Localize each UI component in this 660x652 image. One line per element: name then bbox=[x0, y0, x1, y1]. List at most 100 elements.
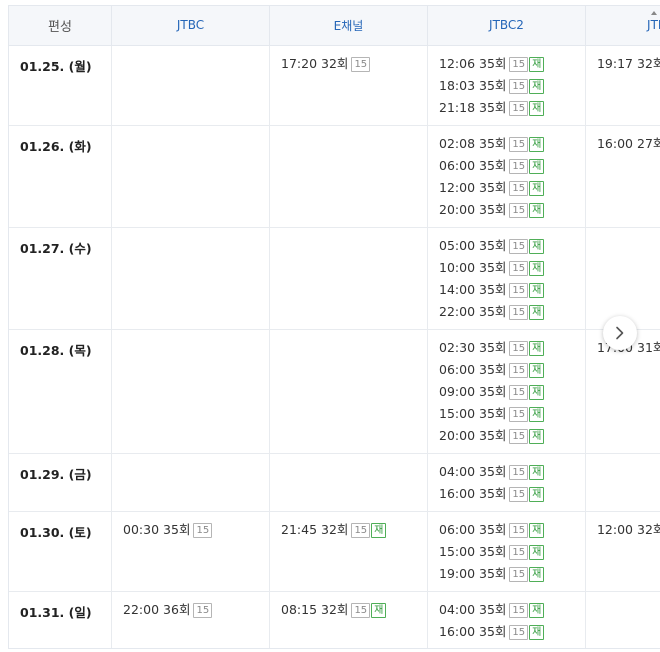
broadcast-entry[interactable]: 20:00 35회 15 재 bbox=[439, 202, 585, 224]
schedule-cell: 16:00 27회15 bbox=[585, 125, 660, 228]
broadcast-entry[interactable]: 19:17 32회15 bbox=[597, 56, 660, 78]
header-channel-jtbc[interactable]: JTBC bbox=[111, 6, 271, 46]
schedule-cell bbox=[111, 125, 271, 228]
broadcast-entry[interactable]: 15:00 35회 15 재 bbox=[439, 544, 585, 566]
entry-episode: 35회 bbox=[479, 601, 507, 617]
broadcast-entry[interactable]: 06:00 35회 15 재 bbox=[439, 362, 585, 384]
header-channel-jtbc2[interactable]: JTBC2 bbox=[427, 6, 586, 46]
rating-15-badge: 15 bbox=[193, 602, 213, 618]
rerun-badge: 재 bbox=[529, 100, 545, 116]
entry-episode: 35회 bbox=[479, 361, 507, 377]
broadcast-entry[interactable]: 08:15 32회 15 재 bbox=[281, 602, 427, 624]
broadcast-entry[interactable]: 16:00 27회15 bbox=[597, 136, 660, 158]
schedule-cell: 02:08 35회 15 재 06:00 35회 15 재 12:00 35회 15 재 20:0… bbox=[427, 125, 586, 228]
entry-episode: 35회 bbox=[479, 99, 507, 115]
entry-episode: 35회 bbox=[479, 157, 507, 173]
entry-episode: 35회 bbox=[479, 383, 507, 399]
entry-episode: 35회 bbox=[479, 55, 507, 71]
rating-15-badge: 15 bbox=[509, 362, 529, 378]
schedule-cell bbox=[585, 591, 660, 648]
entry-time: 17:20 bbox=[281, 55, 318, 71]
rating-15-badge: 15 bbox=[351, 522, 371, 538]
schedule-cell bbox=[111, 227, 271, 330]
entry-episode: 32회 bbox=[637, 521, 660, 537]
broadcast-entry[interactable]: 02:08 35회 15 재 bbox=[439, 136, 585, 158]
entry-episode: 32회 bbox=[321, 601, 349, 617]
rating-15-badge: 15 bbox=[193, 522, 213, 538]
rerun-badge: 재 bbox=[529, 602, 545, 618]
broadcast-entry[interactable]: 20:00 35회 15 재 bbox=[439, 428, 585, 450]
rerun-badge: 재 bbox=[529, 406, 545, 422]
schedule-cell: 22:00 36회 15 bbox=[111, 591, 271, 648]
schedule-cell: 05:00 35회 15 재 10:00 35회 15 재 14:00 35회 15 재 22:0… bbox=[427, 227, 586, 330]
broadcast-entry[interactable]: 18:03 35회 15 재 bbox=[439, 78, 585, 100]
entry-time: 02:30 bbox=[439, 339, 476, 355]
entry-episode: 35회 bbox=[479, 565, 507, 581]
entry-episode: 35회 bbox=[479, 77, 507, 93]
rating-15-badge: 15 bbox=[509, 522, 529, 538]
rating-15-badge: 15 bbox=[509, 202, 529, 218]
entry-episode: 35회 bbox=[479, 543, 507, 559]
broadcast-entry[interactable]: 22:00 35회 15 재 bbox=[439, 304, 585, 326]
broadcast-entry[interactable]: 10:00 35회 15 재 bbox=[439, 260, 585, 282]
rerun-badge: 재 bbox=[529, 428, 545, 444]
rerun-badge: 재 bbox=[529, 282, 545, 298]
broadcast-entry[interactable]: 17:20 32회 15 bbox=[281, 56, 427, 78]
broadcast-entry[interactable]: 21:18 35회 15 재 bbox=[439, 100, 585, 122]
entry-episode: 32회 bbox=[637, 55, 660, 71]
schedule-row: 01.31. (일) 22:00 36회 15 08:15 32회 15 재 04:00 3… bbox=[9, 591, 660, 648]
broadcast-entry[interactable]: 09:00 35회 15 재 bbox=[439, 384, 585, 406]
entry-episode: 27회 bbox=[637, 135, 660, 151]
entry-time: 20:00 bbox=[439, 201, 476, 217]
rerun-badge: 재 bbox=[529, 340, 545, 356]
broadcast-entry[interactable]: 16:00 35회 15 재 bbox=[439, 624, 585, 646]
entry-episode: 35회 bbox=[479, 281, 507, 297]
broadcast-entry[interactable]: 05:00 35회 15 재 bbox=[439, 238, 585, 260]
schedule-row: 01.28. (목) 02:30 35회 15 재 06:00 35회 15 재 09:00 … bbox=[9, 329, 660, 454]
rating-15-badge: 15 bbox=[509, 566, 529, 582]
entry-episode: 35회 bbox=[479, 339, 507, 355]
broadcast-entry[interactable]: 22:00 36회 15 bbox=[123, 602, 269, 624]
entry-time: 04:00 bbox=[439, 463, 476, 479]
entry-time: 05:00 bbox=[439, 237, 476, 253]
broadcast-entry[interactable]: 21:45 32회 15 재 bbox=[281, 522, 427, 544]
entry-episode: 35회 bbox=[479, 303, 507, 319]
entry-time: 16:00 bbox=[439, 485, 476, 501]
broadcast-entry[interactable]: 14:00 35회 15 재 bbox=[439, 282, 585, 304]
broadcast-entry[interactable]: 06:00 35회 15 재 bbox=[439, 522, 585, 544]
broadcast-entry[interactable]: 12:00 32회15 bbox=[597, 522, 660, 544]
rating-15-badge: 15 bbox=[351, 56, 371, 72]
entry-time: 18:03 bbox=[439, 77, 476, 93]
schedule-row: 01.27. (수) 05:00 35회 15 재 10:00 35회 15 재 14:00 … bbox=[9, 227, 660, 330]
schedule-row: 01.29. (금) 04:00 35회 15 재 16:00 35회 15 재 bbox=[9, 453, 660, 512]
header-channel-jtbc4[interactable]: JTBC4 bbox=[585, 6, 660, 46]
broadcast-entry[interactable]: 15:00 35회 15 재 bbox=[439, 406, 585, 428]
rating-15-badge: 15 bbox=[509, 100, 529, 116]
broadcast-entry[interactable]: 02:30 35회 15 재 bbox=[439, 340, 585, 362]
schedule-cell: 00:30 35회 15 bbox=[111, 511, 271, 592]
schedule-cell bbox=[585, 227, 660, 330]
broadcast-entry[interactable]: 04:00 35회 15 재 bbox=[439, 602, 585, 624]
header-channel-echannel[interactable]: E채널 bbox=[269, 6, 428, 46]
schedule-cell: 17:20 32회 15 bbox=[269, 45, 428, 126]
schedule-cell bbox=[585, 453, 660, 512]
broadcast-entry[interactable]: 19:00 35회 15 재 bbox=[439, 566, 585, 588]
broadcast-entry[interactable]: 12:06 35회 15 재 bbox=[439, 56, 585, 78]
rating-15-badge: 15 bbox=[509, 282, 529, 298]
schedule-cell bbox=[269, 329, 428, 454]
broadcast-entry[interactable]: 12:00 35회 15 재 bbox=[439, 180, 585, 202]
schedule-cell bbox=[269, 227, 428, 330]
schedule-cell: 02:30 35회 15 재 06:00 35회 15 재 09:00 35회 15 재 15:0… bbox=[427, 329, 586, 454]
rerun-badge: 재 bbox=[529, 464, 545, 480]
scrollbar-up-arrow[interactable] bbox=[650, 5, 658, 17]
broadcast-entry[interactable]: 04:00 35회 15 재 bbox=[439, 464, 585, 486]
next-page-button[interactable] bbox=[603, 316, 637, 350]
rerun-badge: 재 bbox=[529, 136, 545, 152]
broadcast-entry[interactable]: 16:00 35회 15 재 bbox=[439, 486, 585, 508]
rating-15-badge: 15 bbox=[509, 56, 529, 72]
broadcast-entry[interactable]: 06:00 35회 15 재 bbox=[439, 158, 585, 180]
entry-episode: 35회 bbox=[479, 521, 507, 537]
row-date: 01.30. (토) bbox=[9, 511, 113, 592]
broadcast-entry[interactable]: 00:30 35회 15 bbox=[123, 522, 269, 544]
rating-15-badge: 15 bbox=[509, 406, 529, 422]
